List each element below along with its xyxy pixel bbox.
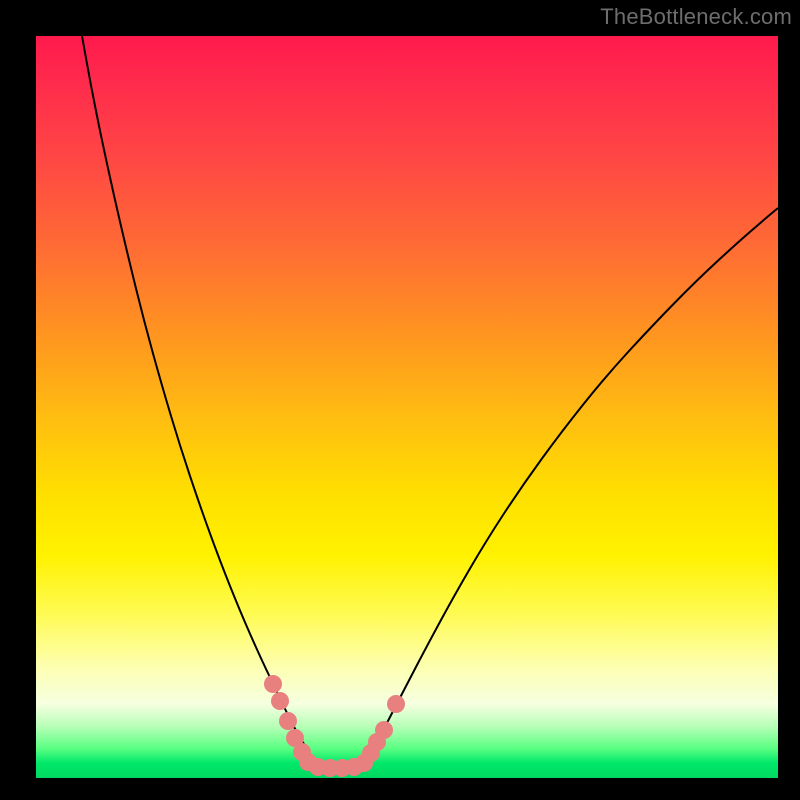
- marker-dot: [279, 712, 297, 730]
- marker-dot: [264, 675, 282, 693]
- curve-left: [82, 36, 316, 762]
- watermark-text: TheBottleneck.com: [600, 4, 792, 30]
- chart-frame: TheBottleneck.com: [0, 0, 800, 800]
- chart-svg: [36, 36, 778, 778]
- marker-dot: [375, 721, 393, 739]
- marker-dot: [387, 695, 405, 713]
- curve-right: [366, 208, 778, 762]
- marker-dot: [271, 692, 289, 710]
- marker-dots: [264, 675, 405, 777]
- plot-area: [36, 36, 778, 778]
